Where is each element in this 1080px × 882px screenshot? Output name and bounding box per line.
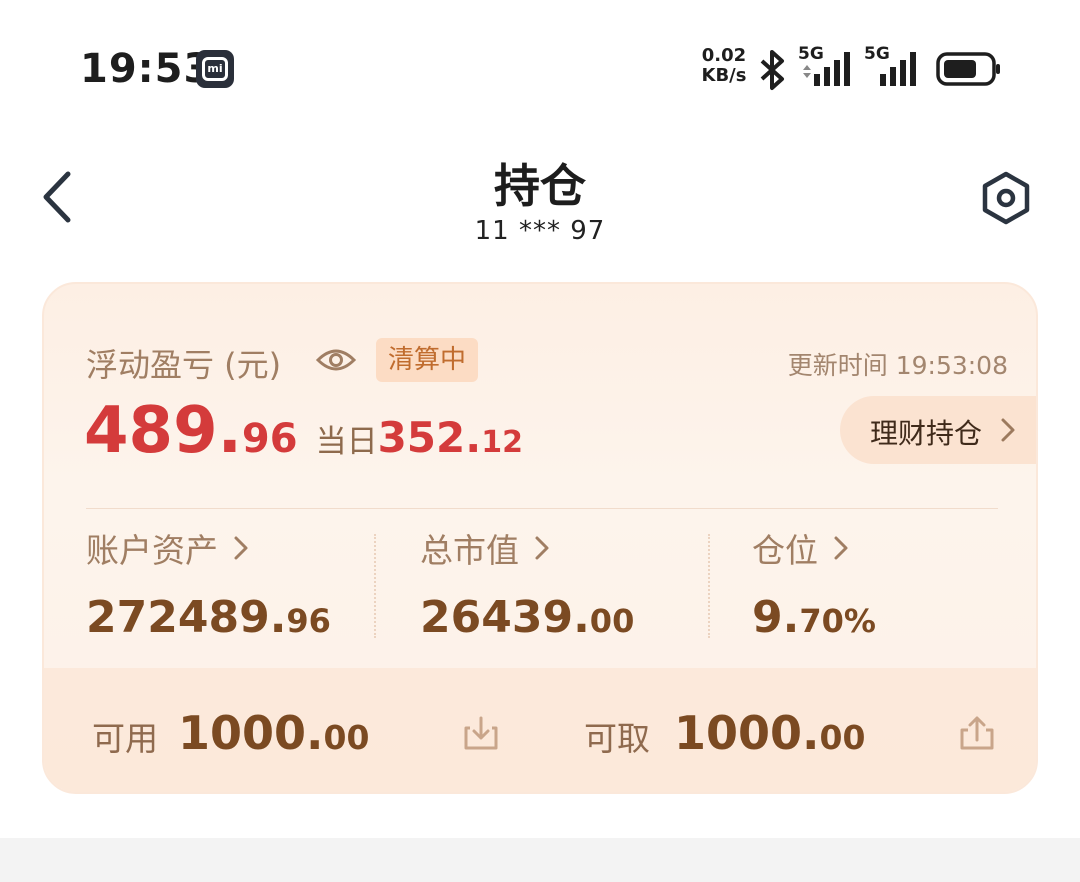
day-pl-decimal: 12 <box>481 425 523 460</box>
metric-position-ratio: 仓位 9.70% <box>752 524 876 643</box>
metric-label: 总市值 <box>420 531 519 570</box>
eye-icon[interactable] <box>316 344 356 376</box>
status-time: 19:53 <box>80 46 213 92</box>
status-bar: 19:53 mi 0.02 KB/s 5G 5G <box>0 0 1080 130</box>
mi-app-icon: mi <box>196 50 234 88</box>
day-pl-integer: 352. <box>377 413 482 462</box>
account-assets-link[interactable]: 账户资产 <box>86 524 331 572</box>
metric-separator <box>708 534 710 638</box>
chevron-right-icon <box>834 536 848 560</box>
section-separator <box>0 838 1080 882</box>
metric-market-value: 总市值 26439.00 <box>420 524 634 643</box>
floating-pl-value: 489.96 当日352.12 <box>84 394 523 468</box>
metric-account-assets: 账户资产 272489.96 <box>86 524 331 643</box>
pl-integer: 489. <box>84 394 242 468</box>
withdrawable-value: 1000.00 <box>674 706 866 760</box>
chevron-right-icon <box>535 536 549 560</box>
day-pl-label: 当日 <box>315 424 378 460</box>
withdrawable-label: 可取 <box>584 719 650 758</box>
metric-label: 仓位 <box>752 531 818 570</box>
transfer-in-icon[interactable] <box>462 714 500 752</box>
metric-separator <box>374 534 376 638</box>
metric-value: 272489.96 <box>86 592 331 643</box>
chevron-right-icon <box>234 536 248 560</box>
net-speed-value: 0.02 <box>701 45 747 66</box>
battery-icon <box>936 52 1000 86</box>
metric-label: 账户资产 <box>86 531 218 570</box>
position-ratio-link[interactable]: 仓位 <box>752 524 876 572</box>
pl-decimal: 96 <box>241 416 298 462</box>
chevron-right-icon <box>1001 418 1015 442</box>
wealth-holdings-label: 理财持仓 <box>870 417 983 450</box>
funds-bar: 可用 1000.00 可取 1000.00 <box>44 668 1036 792</box>
available-value: 1000.00 <box>178 706 370 760</box>
status-badge: 清算中 <box>376 338 479 382</box>
metric-value: 26439.00 <box>420 592 635 643</box>
signal-sim1-icon: 5G <box>798 44 860 88</box>
settings-hex-icon[interactable] <box>976 168 1036 228</box>
floating-pl-label: 浮动盈亏 (元) <box>86 346 282 384</box>
market-value-link[interactable]: 总市值 <box>420 524 634 572</box>
wealth-holdings-button[interactable]: 理财持仓 <box>840 396 1036 464</box>
signal-sim2-icon: 5G <box>864 44 926 88</box>
net-speed-unit: KB/s <box>701 65 747 86</box>
transfer-out-icon[interactable] <box>958 714 996 752</box>
account-number: 11 *** 97 <box>474 216 606 246</box>
update-time: 更新时间 19:53:08 <box>787 351 1008 380</box>
divider <box>86 508 998 509</box>
available-label: 可用 <box>92 719 158 758</box>
network-speed: 0.02 KB/s <box>698 46 750 86</box>
metric-value: 9.70% <box>752 592 876 643</box>
page-title: 持仓 <box>494 159 586 213</box>
holdings-summary-card: 浮动盈亏 (元) 清算中 更新时间 19:53:08 489.96 当日352.1… <box>42 282 1038 794</box>
bluetooth-icon <box>760 50 784 90</box>
